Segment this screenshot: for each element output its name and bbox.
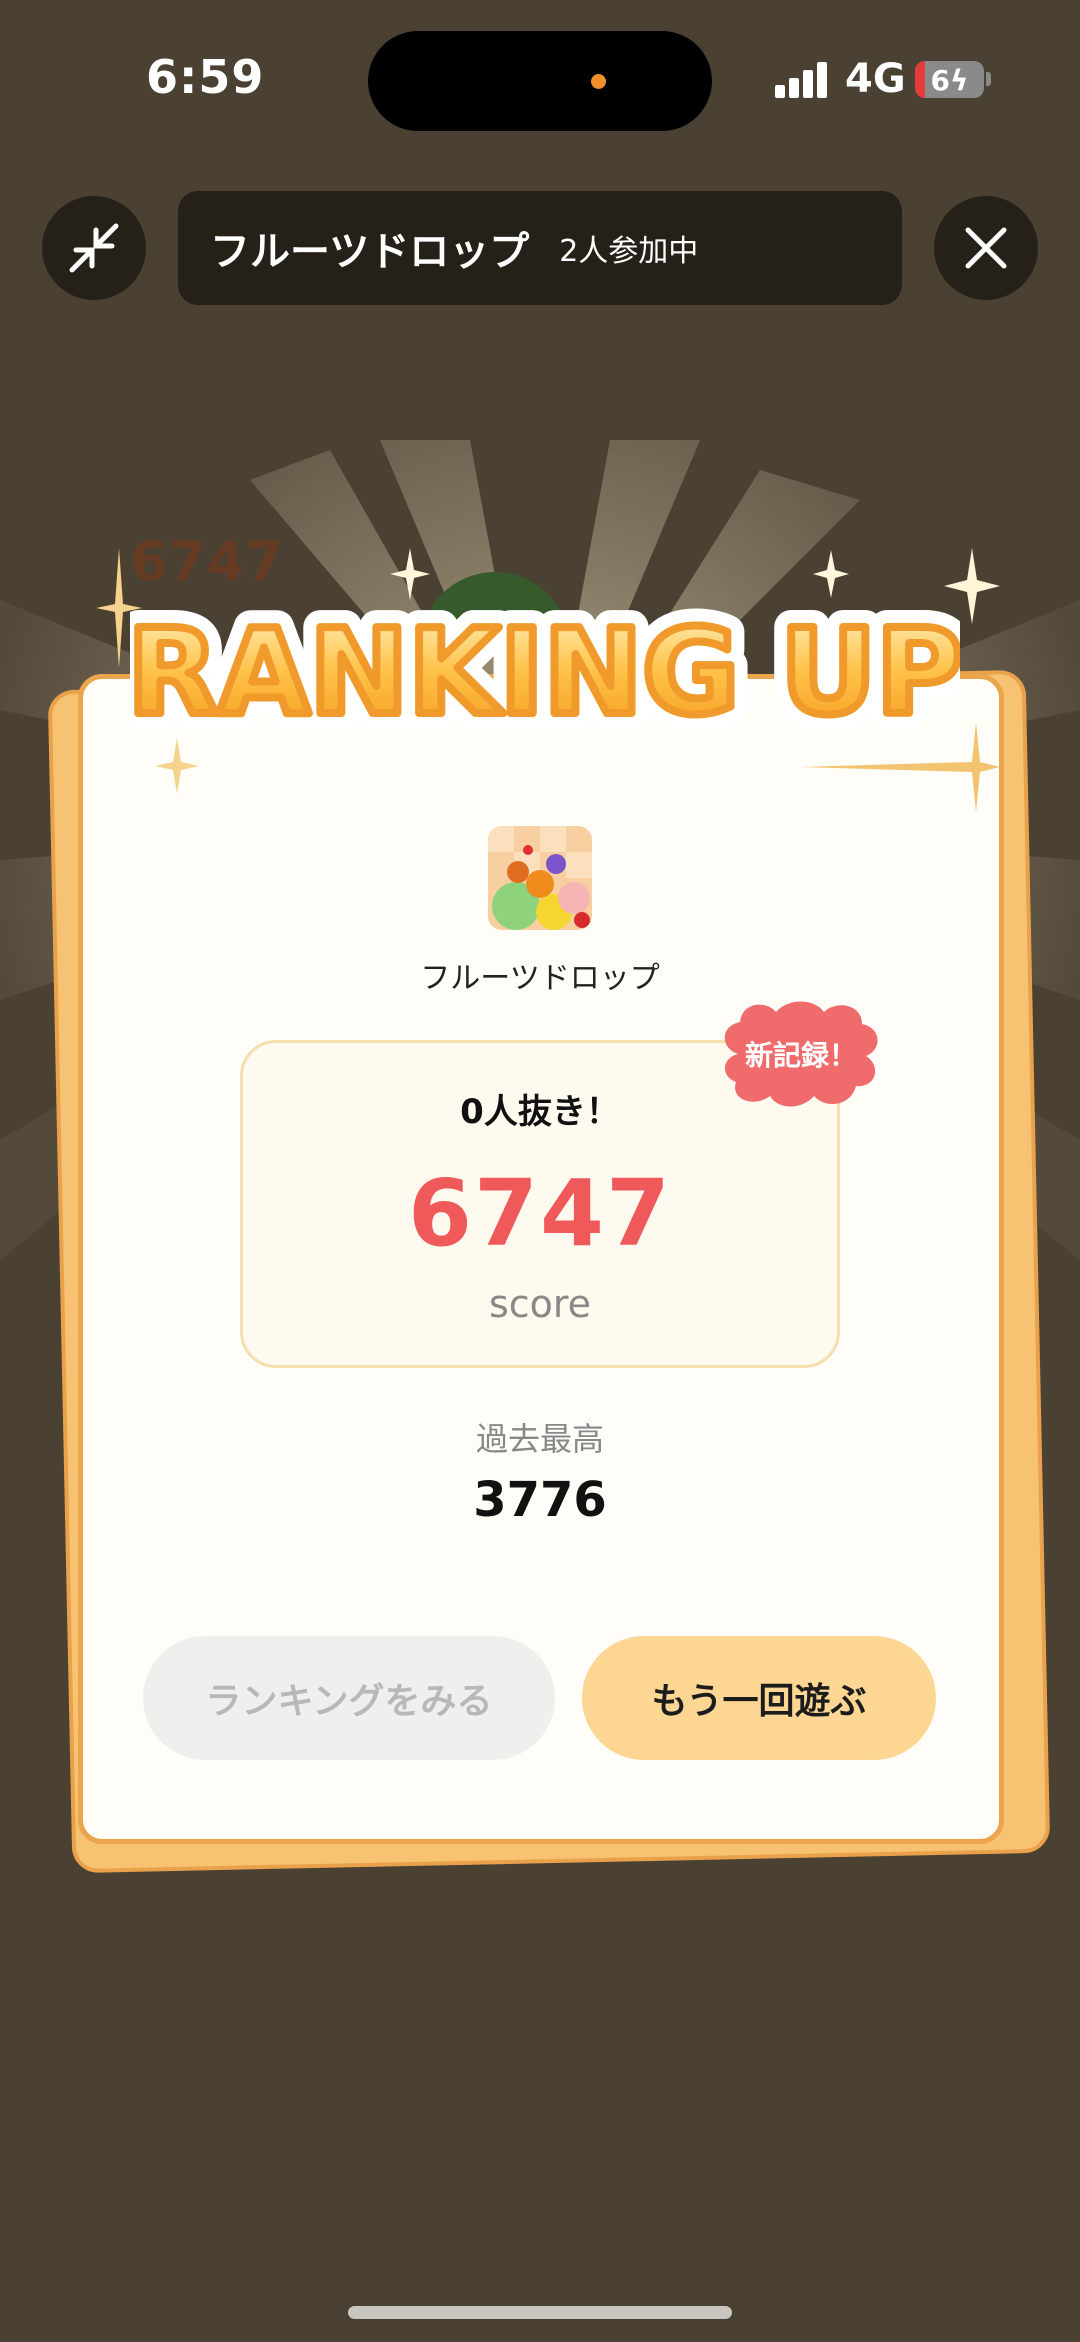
new-record-text: 新記録！ xyxy=(744,1039,857,1072)
app-icon xyxy=(488,826,592,930)
signal-icon xyxy=(775,62,829,98)
participant-count: 2人参加中 xyxy=(559,234,699,269)
close-icon xyxy=(965,227,1007,269)
game-title: フルーツドロップ xyxy=(210,229,530,275)
best-score-label: 過去最高 xyxy=(475,1420,604,1458)
charging-icon: ϟ xyxy=(950,64,969,97)
ranking-up-banner: RANKING UP RANKING UP xyxy=(130,586,960,755)
view-ranking-button[interactable]: ランキングをみる xyxy=(143,1636,555,1760)
home-indicator[interactable] xyxy=(348,2306,732,2319)
battery-level: 6 xyxy=(930,64,950,97)
minimize-icon xyxy=(69,223,119,273)
banner-text: RANKING UP xyxy=(130,603,960,741)
play-again-button[interactable]: もう一回遊ぶ xyxy=(582,1636,936,1760)
camera-indicator-dot xyxy=(591,74,606,89)
close-button[interactable] xyxy=(934,196,1038,300)
best-score-value: 3776 xyxy=(473,1472,607,1528)
dynamic-island xyxy=(368,31,712,131)
battery-icon: 6ϟ xyxy=(915,61,984,98)
game-title-bar: フルーツドロップ 2人参加中 xyxy=(178,191,902,305)
battery-tip xyxy=(986,72,991,86)
app-name: フルーツドロップ xyxy=(420,961,660,996)
network-type: 4G xyxy=(845,56,906,102)
minimize-button[interactable] xyxy=(42,196,146,300)
status-time: 6:59 xyxy=(146,50,265,104)
score-value: 6747 xyxy=(407,1160,673,1267)
score-label: score xyxy=(488,1282,592,1326)
